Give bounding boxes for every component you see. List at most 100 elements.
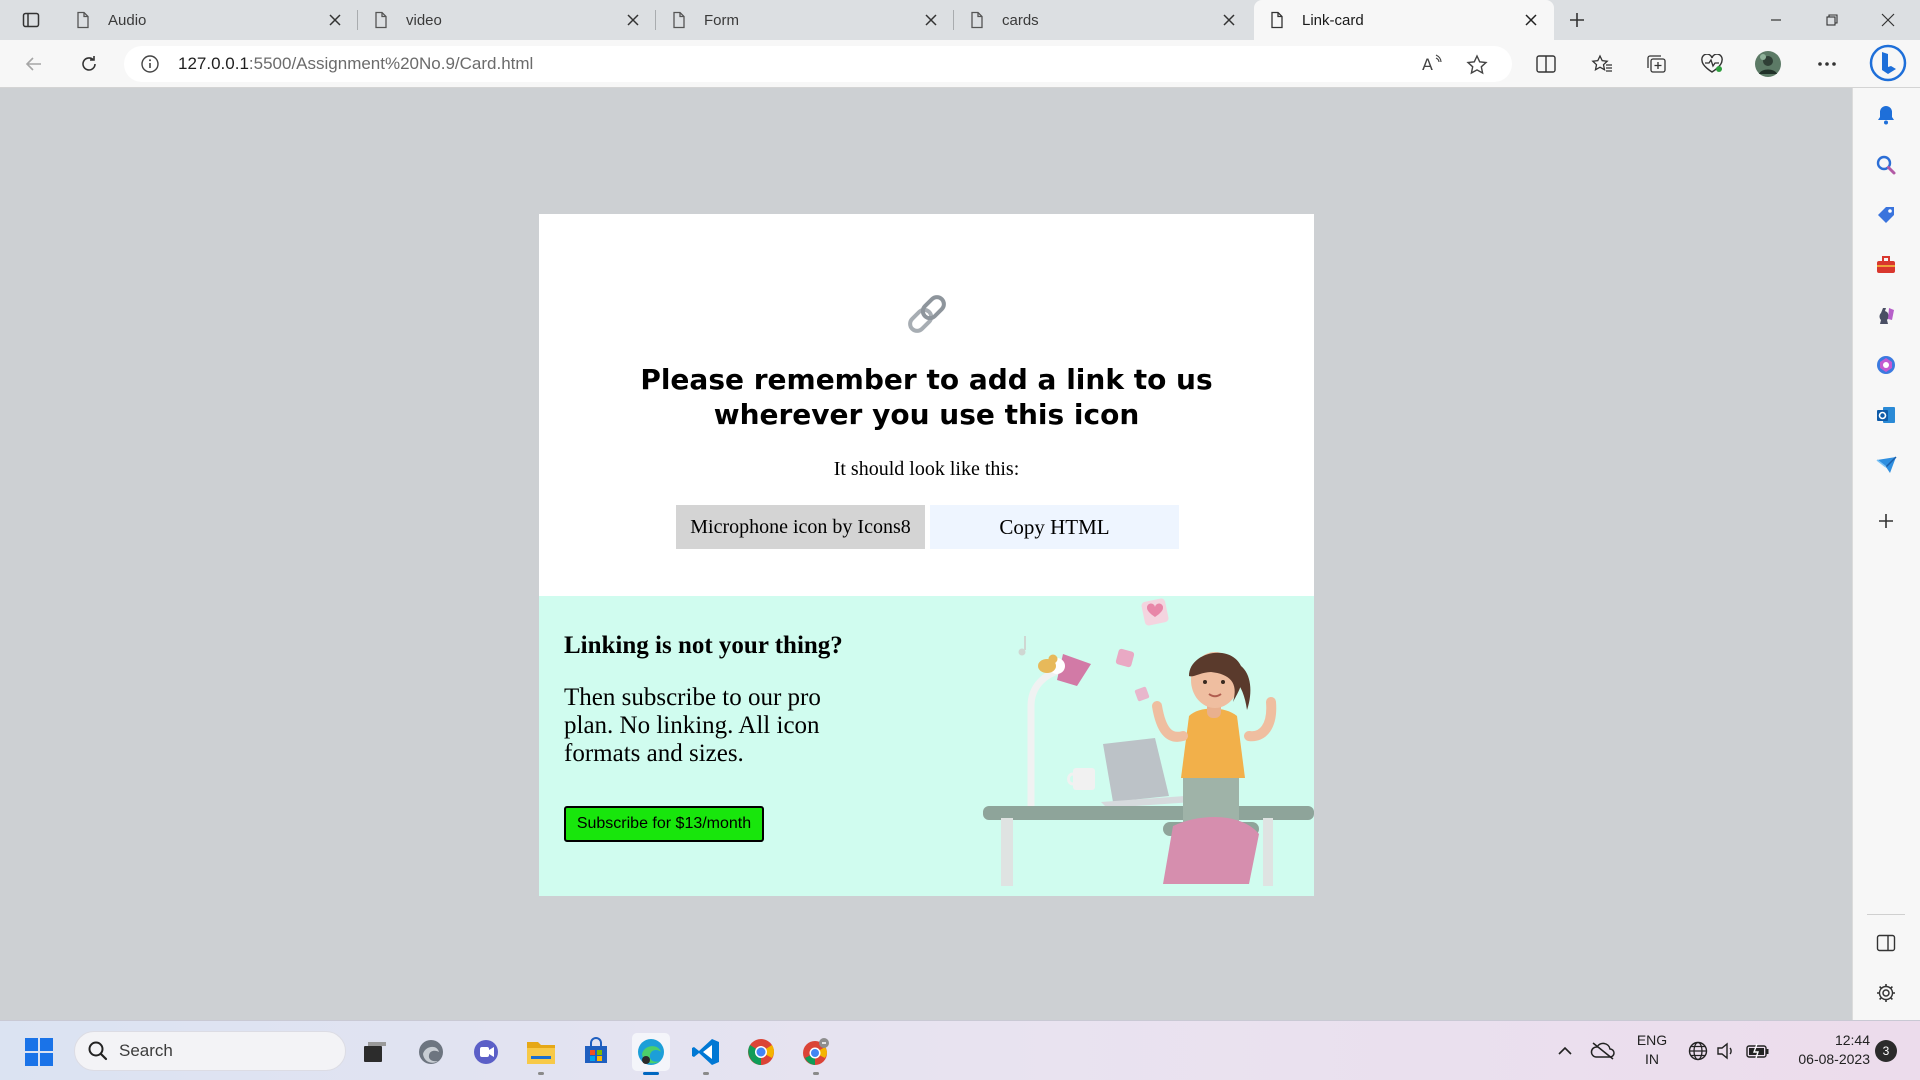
- edge-dev-icon: [638, 1039, 664, 1065]
- page-icon: [74, 11, 92, 29]
- bing-copilot-icon: [1869, 44, 1907, 82]
- close-tab-icon[interactable]: [326, 11, 344, 29]
- card-subtitle: It should look like this:: [833, 458, 1020, 480]
- clock-date: 06-08-2023: [1798, 1051, 1870, 1067]
- bell-icon[interactable]: [1871, 100, 1901, 130]
- card-title: Please remember to add a link to us wher…: [640, 363, 1213, 431]
- tab-actions-button[interactable]: [14, 6, 48, 34]
- read-aloud-icon[interactable]: A: [1422, 54, 1444, 79]
- taskbar-search[interactable]: Search: [74, 1031, 346, 1071]
- promo-text: Then subscribe to our pro plan. No linki…: [564, 684, 821, 767]
- office-icon[interactable]: [1871, 350, 1901, 380]
- tab-title: Link-card: [1302, 11, 1364, 29]
- split-screen-button[interactable]: [1529, 48, 1563, 80]
- tab-video[interactable]: video: [358, 0, 656, 40]
- search-icon[interactable]: [1871, 150, 1901, 180]
- running-indicator: [643, 1072, 659, 1075]
- network-tray-button[interactable]: [1684, 1039, 1712, 1063]
- close-window-button[interactable]: [1860, 0, 1916, 40]
- close-tab-icon[interactable]: [922, 11, 940, 29]
- file-explorer-icon: [527, 1042, 555, 1064]
- outlook-icon[interactable]: [1871, 400, 1901, 430]
- edge-app-button[interactable]: [412, 1033, 450, 1071]
- sidebar-toggle-icon[interactable]: [1871, 928, 1901, 958]
- task-view-button[interactable]: [355, 1033, 393, 1071]
- vscode-button[interactable]: [687, 1033, 725, 1075]
- link-chain-icon: [908, 295, 946, 333]
- language-code: ENG: [1636, 1032, 1668, 1048]
- restore-icon: [1826, 14, 1838, 26]
- close-tab-icon[interactable]: [1522, 11, 1540, 29]
- volume-tray-button[interactable]: [1714, 1039, 1740, 1063]
- page-icon: [968, 11, 986, 29]
- back-button[interactable]: [17, 48, 51, 80]
- store-button[interactable]: [577, 1033, 615, 1071]
- running-indicator: [703, 1072, 709, 1075]
- plus-icon: [1570, 13, 1584, 27]
- battery-tray-button[interactable]: [1744, 1039, 1772, 1063]
- refresh-icon: [82, 56, 96, 71]
- more-icon: [1818, 62, 1836, 66]
- attribution-button[interactable]: Microphone icon by Icons8: [676, 505, 925, 549]
- tab-cards[interactable]: cards: [954, 0, 1252, 40]
- task-view-icon: [364, 1042, 386, 1062]
- browser-essentials-icon: [1701, 54, 1723, 73]
- site-info-icon[interactable]: [128, 54, 172, 74]
- tools-icon[interactable]: [1871, 250, 1901, 280]
- collections-icon: [1647, 55, 1666, 73]
- teams-chat-button[interactable]: [467, 1033, 505, 1071]
- show-hidden-icons-button[interactable]: [1552, 1039, 1578, 1063]
- chrome-alt-button[interactable]: [797, 1033, 835, 1075]
- search-icon: [88, 1041, 108, 1061]
- close-icon: [1881, 13, 1895, 27]
- address-bar[interactable]: 127.0.0.1:5500/Assignment%20No.9/Card.ht…: [124, 46, 1512, 82]
- tab-audio[interactable]: Audio: [60, 0, 358, 40]
- minimize-button[interactable]: [1748, 0, 1804, 40]
- edge-dev-button[interactable]: [632, 1033, 670, 1075]
- new-tab-button[interactable]: [1562, 6, 1592, 34]
- globe-icon: [1688, 1041, 1708, 1061]
- edge-sidebar: [1852, 88, 1920, 1020]
- split-screen-icon: [1536, 55, 1556, 73]
- vscode-icon: [692, 1039, 719, 1065]
- more-button[interactable]: [1810, 48, 1844, 80]
- settings-icon[interactable]: [1871, 978, 1901, 1008]
- games-icon[interactable]: [1871, 300, 1901, 330]
- favorites-button[interactable]: [1585, 48, 1619, 80]
- url-path: :5500/Assignment%20No.9/Card.html: [248, 54, 534, 73]
- tab-link-card[interactable]: Link-card: [1254, 0, 1554, 40]
- chevron-up-icon: [1558, 1046, 1572, 1055]
- restore-button[interactable]: [1804, 0, 1860, 40]
- subscribe-button[interactable]: Subscribe for $13/month: [564, 806, 764, 842]
- page-icon: [1268, 11, 1286, 29]
- tab-title: Audio: [108, 11, 147, 29]
- close-tab-icon[interactable]: [624, 11, 642, 29]
- taskbar-clock[interactable]: 12:44 06-08-2023: [1780, 1031, 1870, 1069]
- chrome-button[interactable]: [742, 1033, 780, 1071]
- favorite-star-icon[interactable]: [1466, 54, 1488, 81]
- close-tab-icon[interactable]: [1220, 11, 1238, 29]
- file-explorer-button[interactable]: [522, 1033, 560, 1075]
- favorites-icon: [1591, 54, 1612, 72]
- start-button[interactable]: [20, 1033, 58, 1071]
- refresh-button[interactable]: [72, 48, 106, 80]
- battery-charging-icon: [1746, 1043, 1769, 1059]
- copy-html-button[interactable]: Copy HTML: [930, 505, 1179, 549]
- svg-text:A: A: [1422, 55, 1433, 74]
- add-icon[interactable]: [1871, 506, 1901, 536]
- tab-form[interactable]: Form: [656, 0, 954, 40]
- collections-button[interactable]: [1640, 48, 1674, 80]
- language-indicator[interactable]: ENG IN: [1630, 1031, 1674, 1069]
- onedrive-tray-button[interactable]: [1588, 1039, 1618, 1063]
- teams-chat-icon: [474, 1040, 498, 1064]
- back-icon: [25, 57, 41, 71]
- url-text[interactable]: 127.0.0.1:5500/Assignment%20No.9/Card.ht…: [178, 54, 533, 74]
- browser-essentials-button[interactable]: [1695, 48, 1729, 80]
- tab-title: Form: [704, 11, 739, 29]
- notification-badge[interactable]: 3: [1875, 1040, 1897, 1062]
- page-icon: [670, 11, 688, 29]
- profile-avatar[interactable]: [1751, 48, 1785, 80]
- shopping-tag-icon[interactable]: [1871, 200, 1901, 230]
- send-icon[interactable]: [1871, 450, 1901, 480]
- bing-copilot-button[interactable]: [1868, 42, 1908, 84]
